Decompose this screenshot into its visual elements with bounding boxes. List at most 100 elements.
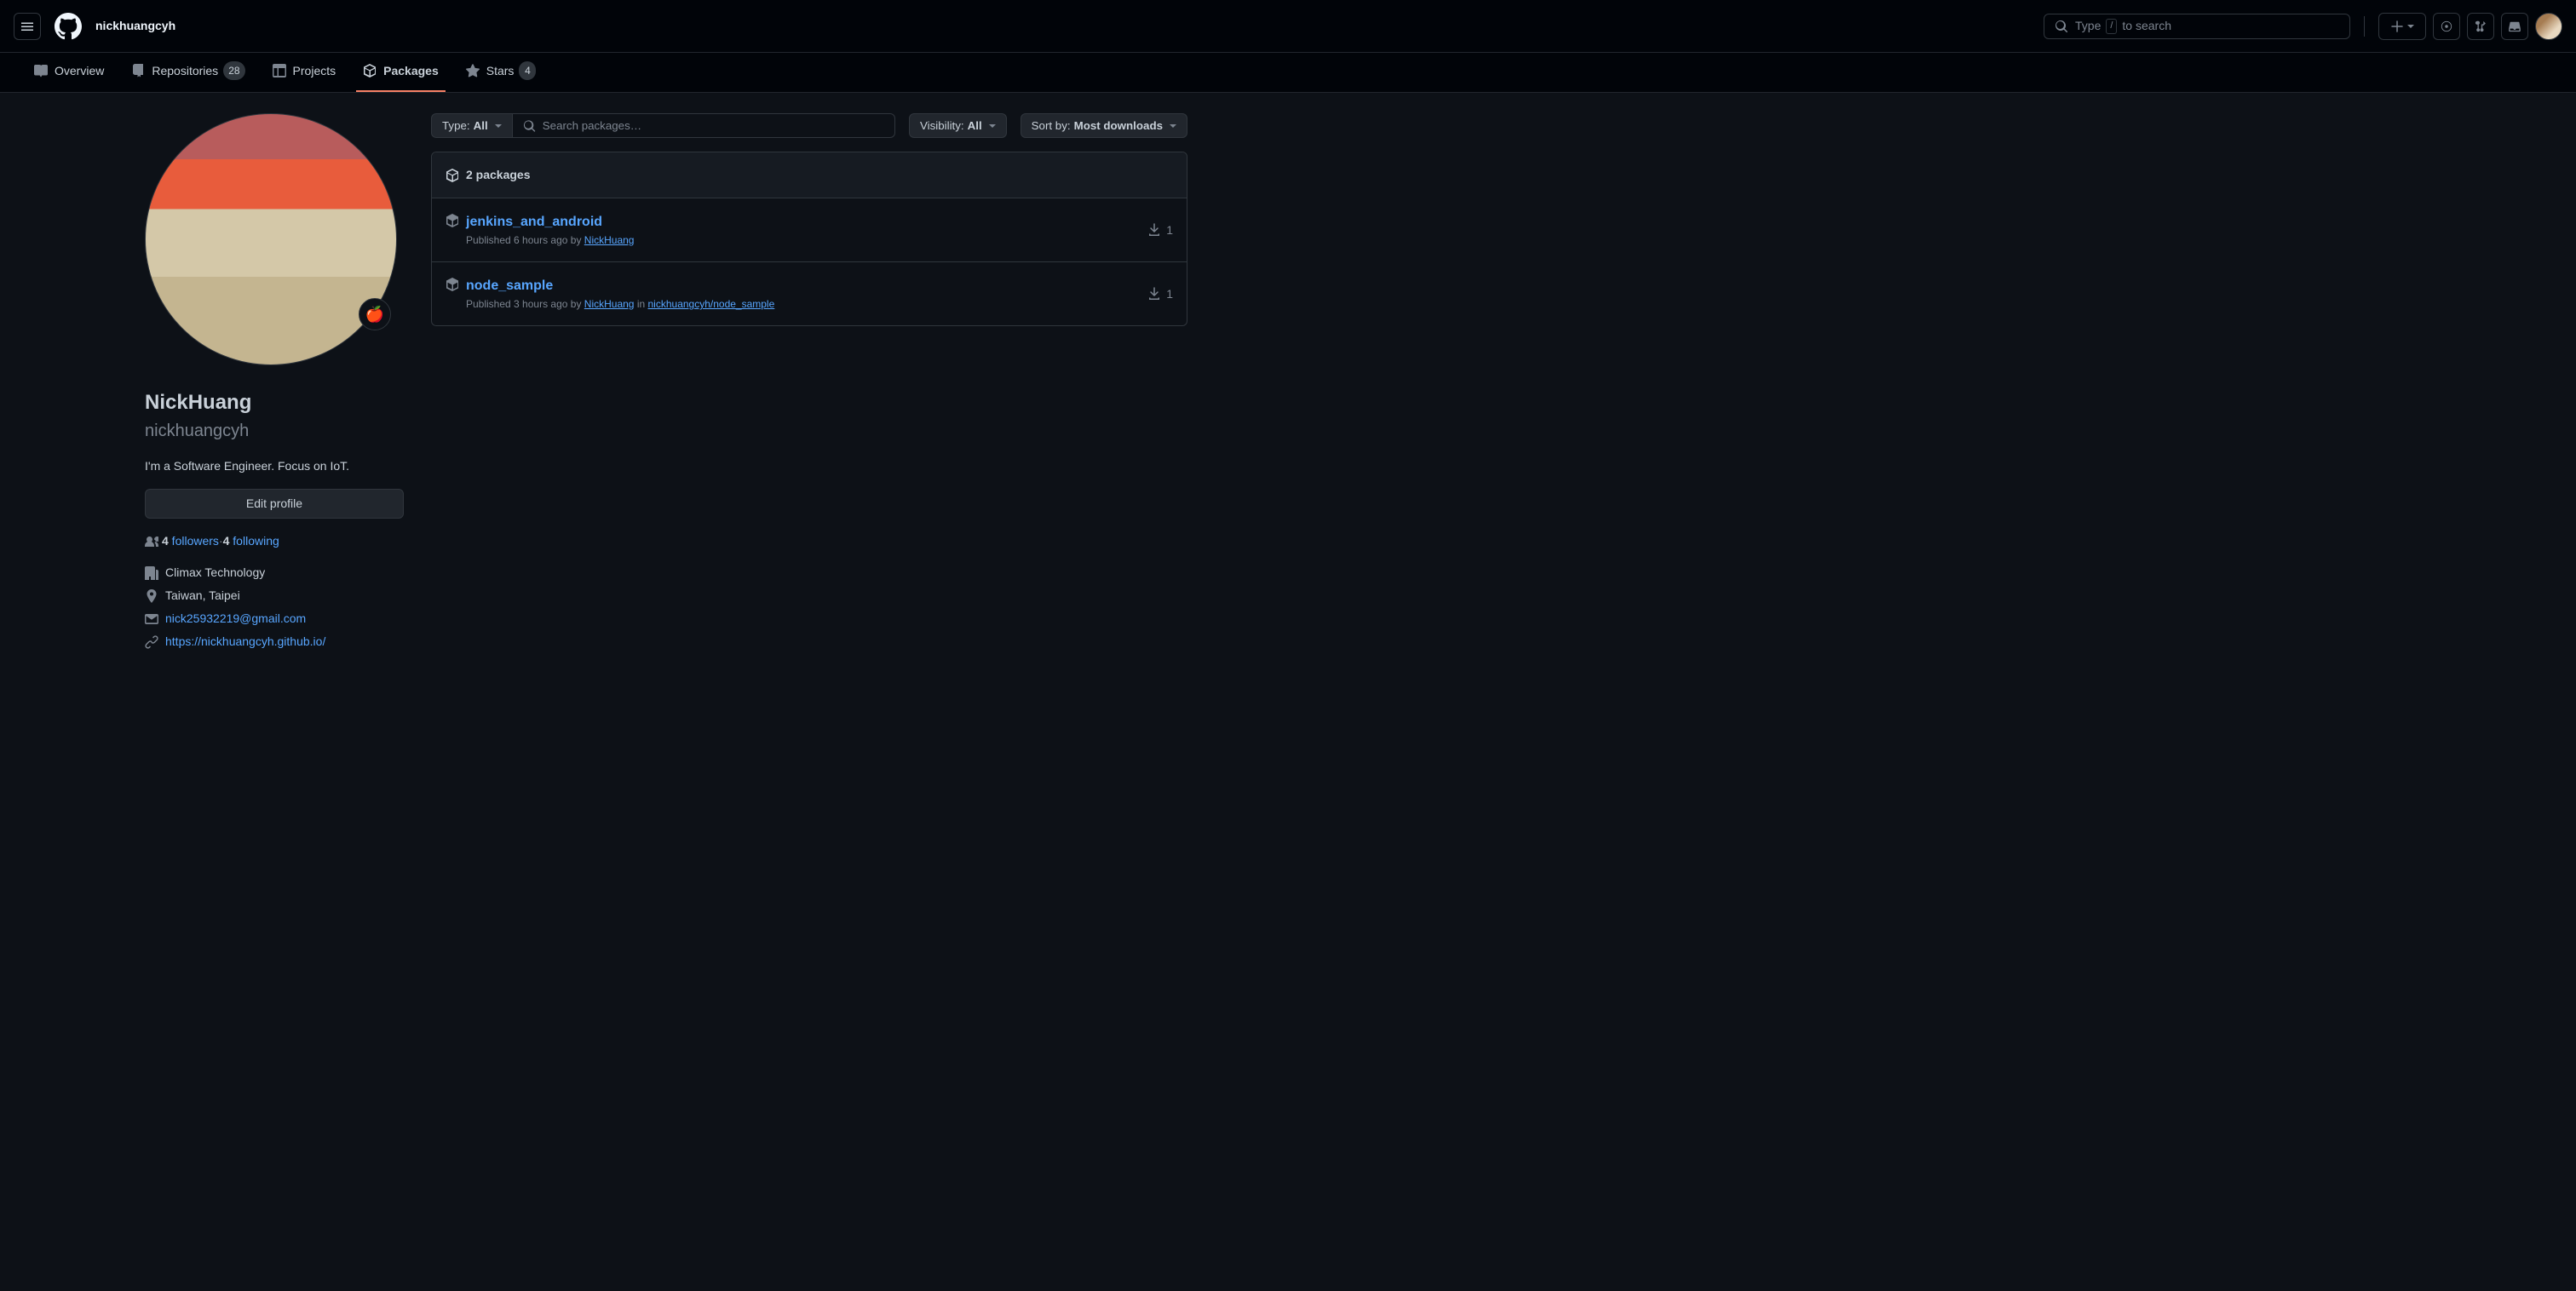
tab-overview[interactable]: Overview — [27, 54, 111, 92]
pub-time: 3 hours ago — [514, 298, 567, 310]
plus-icon — [2390, 20, 2404, 33]
table-icon — [273, 64, 286, 77]
star-icon — [466, 64, 480, 77]
location-icon — [145, 589, 158, 603]
profile-company-row: Climax Technology — [145, 564, 404, 582]
book-icon — [34, 64, 48, 77]
repo-prefix: in — [634, 298, 647, 310]
people-icon — [145, 535, 158, 548]
search-type-label: Type — [2075, 17, 2101, 35]
packages-box: 2 packages jenkins_and_android Published… — [431, 152, 1187, 326]
triangle-down-icon — [1170, 124, 1176, 128]
package-search-wrap — [513, 113, 895, 138]
main-layout: 🍎 NickHuang nickhuangcyh I'm a Software … — [0, 93, 1329, 676]
pub-prefix: Published — [466, 298, 514, 310]
profile-username: nickhuangcyh — [145, 418, 404, 444]
following-label: following — [229, 534, 279, 548]
package-row: jenkins_and_android Published 6 hours ag… — [432, 198, 1187, 262]
sort-dropdown[interactable]: Sort by: Most downloads — [1021, 113, 1187, 138]
issues-button[interactable] — [2433, 13, 2460, 40]
profile-tabs: Overview Repositories 28 Projects Packag… — [0, 53, 2576, 93]
mail-icon — [145, 612, 158, 626]
status-emoji: 🍎 — [365, 303, 384, 326]
pull-requests-button[interactable] — [2467, 13, 2494, 40]
package-row: node_sample Published 3 hours ago by Nic… — [432, 262, 1187, 325]
tab-packages-label: Packages — [383, 62, 439, 80]
packages-content: Type: All Visibility: All Sort by: Most … — [417, 113, 1201, 656]
user-avatar-button[interactable] — [2535, 13, 2562, 40]
global-header: nickhuangcyh Type / to search — [0, 0, 2576, 53]
profile-website-link[interactable]: https://nickhuangcyh.github.io/ — [165, 633, 325, 651]
search-slash-kbd: / — [2106, 19, 2117, 34]
followers-link[interactable]: 4 followers — [162, 532, 219, 550]
package-downloads: 1 — [1147, 276, 1173, 312]
tab-stars[interactable]: Stars 4 — [459, 53, 543, 92]
download-icon — [1147, 223, 1161, 237]
search-icon — [523, 119, 536, 133]
inbox-icon — [2509, 20, 2521, 33]
pub-by: by — [567, 298, 584, 310]
github-logo-icon — [55, 13, 82, 40]
tab-repositories-label: Repositories — [152, 62, 218, 80]
hamburger-icon — [20, 20, 34, 33]
container-icon — [446, 214, 459, 227]
tab-projects[interactable]: Projects — [266, 54, 343, 92]
profile-location-row: Taiwan, Taipei — [145, 587, 404, 605]
edit-profile-button[interactable]: Edit profile — [145, 489, 404, 519]
profile-company: Climax Technology — [165, 564, 265, 582]
search-suffix-label: to search — [2122, 17, 2171, 35]
download-icon — [1147, 287, 1161, 301]
package-meta: Published 3 hours ago by NickHuang in ni… — [466, 296, 1147, 312]
profile-website-row: https://nickhuangcyh.github.io/ — [145, 633, 404, 651]
sort-value: Most downloads — [1074, 119, 1163, 132]
package-downloads: 1 — [1147, 212, 1173, 248]
header-divider — [2364, 16, 2365, 37]
profile-email-link[interactable]: nick25932219@gmail.com — [165, 610, 306, 628]
triangle-down-icon — [495, 124, 502, 128]
package-name-link[interactable]: jenkins_and_android — [466, 215, 602, 229]
follow-stats: 4 followers · 4 following — [145, 532, 404, 550]
package-name-link[interactable]: node_sample — [466, 278, 553, 293]
package-author-link[interactable]: NickHuang — [584, 298, 635, 310]
package-repo-link[interactable]: nickhuangcyh/node_sample — [648, 298, 775, 310]
followers-count: 4 — [162, 534, 169, 548]
type-filter-prefix: Type: — [442, 119, 470, 132]
packages-count: 2 packages — [466, 166, 531, 184]
pub-by: by — [567, 234, 584, 246]
package-author-link[interactable]: NickHuang — [584, 234, 635, 246]
visibility-filter-dropdown[interactable]: Visibility: All — [909, 113, 1007, 138]
type-filter-dropdown[interactable]: Type: All — [431, 113, 513, 138]
pub-time: 6 hours ago — [514, 234, 567, 246]
create-new-dropdown[interactable] — [2378, 13, 2426, 40]
following-link[interactable]: 4 following — [223, 532, 279, 550]
github-logo-link[interactable] — [55, 13, 82, 40]
notifications-button[interactable] — [2501, 13, 2528, 40]
global-search-button[interactable]: Type / to search — [2044, 14, 2350, 39]
pull-request-icon — [2475, 20, 2487, 33]
profile-display-name: NickHuang — [145, 387, 404, 418]
packages-box-header: 2 packages — [432, 152, 1187, 198]
tab-packages[interactable]: Packages — [356, 54, 446, 92]
sort-prefix: Sort by: — [1032, 119, 1071, 132]
context-username-link[interactable]: nickhuangcyh — [95, 17, 175, 35]
organization-icon — [145, 566, 158, 580]
status-badge-button[interactable]: 🍎 — [359, 298, 391, 330]
triangle-down-icon — [2407, 25, 2414, 28]
followers-label: followers — [169, 534, 219, 548]
package-icon — [446, 169, 459, 182]
search-icon — [2055, 20, 2068, 33]
package-search-input[interactable] — [543, 119, 884, 132]
repositories-count: 28 — [223, 61, 244, 80]
hamburger-menu-button[interactable] — [14, 13, 41, 40]
profile-location: Taiwan, Taipei — [165, 587, 240, 605]
profile-avatar[interactable]: 🍎 — [145, 113, 397, 365]
container-icon — [446, 278, 459, 291]
tab-repositories[interactable]: Repositories 28 — [124, 53, 251, 92]
profile-sidebar: 🍎 NickHuang nickhuangcyh I'm a Software … — [0, 113, 417, 656]
package-icon — [363, 64, 377, 77]
tab-projects-label: Projects — [293, 62, 336, 80]
type-filter-value: All — [474, 119, 488, 132]
stars-count: 4 — [519, 61, 536, 80]
pub-prefix: Published — [466, 234, 514, 246]
profile-bio: I'm a Software Engineer. Focus on IoT. — [145, 457, 404, 475]
